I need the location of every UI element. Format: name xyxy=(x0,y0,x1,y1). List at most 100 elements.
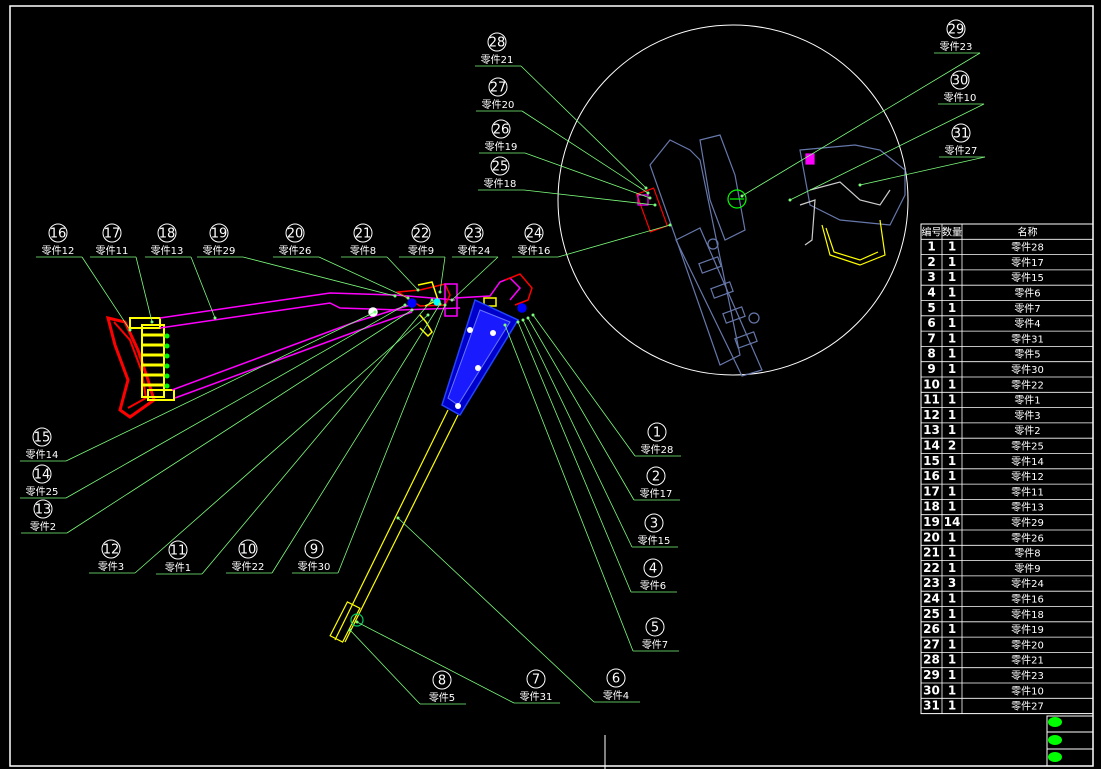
balloon-label: 零件4 xyxy=(603,690,629,702)
balloon-label: 零件18 xyxy=(484,178,517,190)
bom-row: 19 14 零件29 xyxy=(923,515,1044,529)
leader-dot xyxy=(438,290,442,294)
bom-cell: 25 xyxy=(923,607,940,621)
bom-cell: 14 xyxy=(923,439,940,453)
bom-cell: 8 xyxy=(927,347,935,361)
bom-cell: 18 xyxy=(923,500,940,514)
balloon-number: 14 xyxy=(34,468,51,483)
leader-dot xyxy=(653,203,657,207)
bom-cell: 6 xyxy=(927,316,935,330)
balloon-number: 10 xyxy=(240,543,257,558)
bom-cell: 22 xyxy=(923,561,940,575)
bom-cell: 14 xyxy=(944,515,961,529)
bom-cell: 零件9 xyxy=(1014,563,1040,575)
bom-cell: 1 xyxy=(948,622,956,636)
bom-row: 4 1 零件6 xyxy=(927,286,1040,300)
bom-cell: 2 xyxy=(927,255,935,269)
leader-line xyxy=(520,65,647,189)
leader-dot xyxy=(646,191,650,195)
balloon-10: 10 零件22 xyxy=(226,302,442,574)
balloon-24: 24 零件16 xyxy=(512,223,672,258)
leader-line xyxy=(741,52,981,197)
bom-cell: 1 xyxy=(948,423,956,437)
bom-cell: 9 xyxy=(927,362,935,376)
bom-row: 23 3 零件24 xyxy=(923,576,1044,590)
leader-dot xyxy=(443,303,447,307)
leader-dot xyxy=(648,196,652,200)
bom-cell: 1 xyxy=(948,255,956,269)
balloon-label: 零件21 xyxy=(481,54,514,66)
bom-row: 12 1 零件3 xyxy=(923,408,1041,422)
bom-cell: 零件13 xyxy=(1011,502,1044,514)
bom-cell: 零件30 xyxy=(1011,364,1044,376)
bom-cell: 20 xyxy=(923,530,940,544)
bom-cell: 1 xyxy=(948,301,956,315)
balloon-number: 2 xyxy=(652,470,660,485)
balloon-label: 零件27 xyxy=(945,145,978,157)
leader-dot xyxy=(531,313,535,317)
bom-cell: 7 xyxy=(927,331,935,345)
balloon-8: 8零件5 xyxy=(348,628,466,705)
balloon-25: 25 零件18 xyxy=(478,156,657,207)
bom-row: 30 1 零件10 xyxy=(923,683,1044,697)
barrel xyxy=(329,409,459,643)
bom-cell: 1 xyxy=(948,546,956,560)
bom-cell: 19 xyxy=(923,515,940,529)
balloon-label: 零件6 xyxy=(640,580,666,592)
balloon-number: 23 xyxy=(466,227,483,242)
bom-row: 10 1 零件22 xyxy=(923,377,1044,391)
balloon-label: 零件15 xyxy=(638,535,671,547)
balloon-29: 29 零件23 xyxy=(740,19,981,198)
bom-cell: 零件24 xyxy=(1011,578,1044,590)
leader-line xyxy=(318,256,409,299)
bom-cell: 17 xyxy=(923,484,940,498)
bom-cell: 12 xyxy=(923,408,940,422)
leader-line xyxy=(517,321,632,593)
bom-cell: 2 xyxy=(948,439,956,453)
handguard xyxy=(441,298,520,417)
bom-cell: 零件16 xyxy=(1011,594,1044,606)
bom-cell: 1 xyxy=(948,530,956,544)
bom-row: 13 1 零件2 xyxy=(923,423,1041,437)
leader-dot xyxy=(521,318,525,322)
bom-cell: 10 xyxy=(923,377,940,391)
balloon-label: 零件5 xyxy=(429,692,455,704)
rifle-assembly xyxy=(105,273,533,643)
leader-dot xyxy=(396,516,400,520)
balloon-label: 零件31 xyxy=(520,691,553,703)
leader-line xyxy=(386,256,419,291)
balloon-number: 31 xyxy=(953,127,970,142)
leader-dot xyxy=(410,308,414,312)
bom-cell: 1 xyxy=(948,454,956,468)
bom-cell: 11 xyxy=(923,393,940,407)
bom-row: 8 1 零件5 xyxy=(927,347,1040,361)
bom-cell: 零件20 xyxy=(1011,639,1044,651)
bom-row: 20 1 零件26 xyxy=(923,530,1044,544)
bom-cell: 零件15 xyxy=(1011,272,1044,284)
bom-cell: 零件7 xyxy=(1014,303,1040,315)
bom-cell: 1 xyxy=(948,500,956,514)
bom-header: 数量 xyxy=(942,225,962,238)
leader-line xyxy=(349,629,421,705)
bom-cell: 15 xyxy=(923,454,940,468)
balloon-number: 22 xyxy=(413,227,430,242)
balloon-label: 零件17 xyxy=(640,488,673,500)
leader-line xyxy=(522,319,633,548)
balloon-13: 13零件2 xyxy=(21,308,414,534)
cad-drawing-canvas: 编号 数量 名称1 1 零件282 1 零件173 1 零件154 1 零件65 1 零件76 1 零件47… xyxy=(9,5,1094,769)
leader-dot xyxy=(406,296,410,300)
balloon-number: 18 xyxy=(159,227,176,242)
leader-line xyxy=(201,299,433,575)
balloon-label: 零件12 xyxy=(42,245,75,257)
balloon-15: 15 零件14 xyxy=(20,310,377,462)
leader-dot xyxy=(503,323,507,327)
corner-markers xyxy=(1046,715,1094,767)
leader-dot xyxy=(438,302,442,306)
balloon-number: 12 xyxy=(103,543,120,558)
leader-dot xyxy=(430,298,434,302)
bill-of-materials-table: 编号 数量 名称1 1 零件282 1 零件173 1 零件154 1 零件65 1 零件76 1 零件47… xyxy=(920,223,1094,715)
balloon-number: 13 xyxy=(35,503,52,518)
balloon-number: 16 xyxy=(50,227,67,242)
leader-dot xyxy=(128,328,132,332)
bom-cell: 零件6 xyxy=(1014,288,1040,300)
